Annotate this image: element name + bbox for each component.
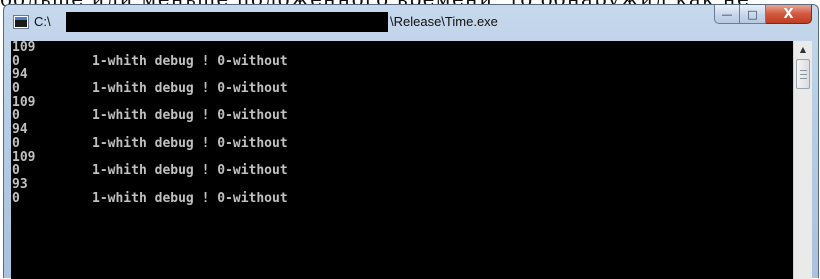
console-output[interactable]: 109 0 1-whith debug ! 0-without 94 0 1-whi… xyxy=(11,41,793,279)
console-line: 94 xyxy=(12,122,28,138)
close-button[interactable]: X xyxy=(766,5,812,24)
console-line: 109 xyxy=(12,41,36,55)
console-app-icon[interactable] xyxy=(13,15,29,29)
caption-buttons: — □ X xyxy=(714,5,812,25)
console-line: 109 xyxy=(12,94,36,110)
console-line: 0 1-whith debug ! 0-without xyxy=(12,135,288,151)
minimize-button[interactable]: — xyxy=(714,5,740,24)
vertical-scrollbar[interactable]: ▲ xyxy=(793,41,812,279)
console-line: 0 1-whith debug ! 0-without xyxy=(12,163,288,179)
scroll-thumb[interactable] xyxy=(796,59,810,89)
console-line: 93 xyxy=(12,176,28,192)
console-line: 109 xyxy=(12,149,36,165)
console-line: 94 xyxy=(12,67,28,83)
window-title-path-start: C:\ xyxy=(34,14,51,29)
maximize-button[interactable]: □ xyxy=(740,5,766,24)
console-line: 0 1-whith debug ! 0-without xyxy=(12,81,288,97)
console-line: 0 1-whith debug ! 0-without xyxy=(12,53,288,69)
scroll-up-arrow-icon[interactable]: ▲ xyxy=(794,41,812,58)
title-bar[interactable]: C:\ \Release\Time.exe — □ X xyxy=(4,5,818,41)
console-line: 0 1-whith debug ! 0-without xyxy=(12,190,288,206)
grip-icon xyxy=(799,69,807,79)
redacted-path-block xyxy=(66,12,388,32)
console-window: C:\ \Release\Time.exe — □ X 109 0 1-whith… xyxy=(3,4,819,279)
console-line: 0 1-whith debug ! 0-without xyxy=(12,108,288,124)
window-title-path-end: \Release\Time.exe xyxy=(390,14,498,29)
